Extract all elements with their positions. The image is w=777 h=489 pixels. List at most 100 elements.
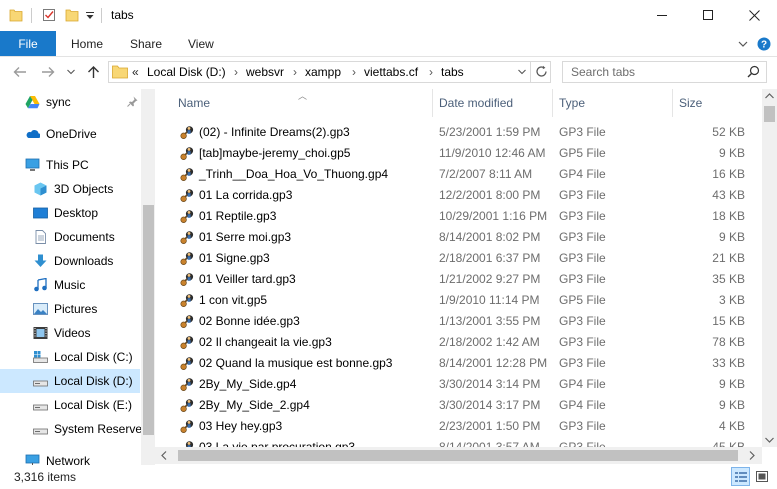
file-date-modified: 1/21/2002 9:27 PM: [439, 272, 541, 286]
file-date-modified: 2/18/2001 6:37 PM: [439, 251, 541, 265]
file-size: 35 KB: [712, 272, 745, 286]
file-row[interactable]: 01 Reptile.gp3 10/29/2001 1:16 PM GP3 File…: [176, 205, 751, 226]
file-size: 21 KB: [712, 251, 745, 265]
file-type: GP3 File: [559, 125, 606, 139]
guitar-pro-file-icon: [180, 168, 194, 181]
file-name: 03 Hey hey.gp3: [199, 419, 283, 433]
item-count: 3,316 items: [14, 470, 77, 484]
file-date-modified: 2/18/2002 1:42 AM: [439, 335, 540, 349]
file-date-modified: 8/14/2001 8:02 PM: [439, 230, 541, 244]
file-date-modified: 1/9/2010 11:14 PM: [439, 293, 540, 307]
file-name: 02 Quand la musique est bonne.gp3: [199, 356, 393, 370]
file-row[interactable]: 1 con vit.gp5 1/9/2010 11:14 PM GP5 File 3 …: [176, 289, 751, 310]
file-type: GP3 File: [559, 230, 606, 244]
file-size: 9 KB: [718, 146, 745, 160]
status-bar: [0, 465, 777, 489]
file-date-modified: 2/23/2001 1:50 PM: [439, 419, 541, 433]
file-size: 4 KB: [718, 419, 745, 433]
file-size: 45 KB: [712, 440, 745, 447]
file-date-modified: 7/2/2007 8:11 AM: [439, 167, 533, 181]
file-size: 43 KB: [712, 188, 745, 202]
file-type: GP5 File: [559, 293, 606, 307]
horizontal-scrollbar-thumb[interactable]: [178, 450, 738, 461]
file-size: 33 KB: [712, 356, 745, 370]
file-type: GP3 File: [559, 419, 606, 433]
file-type: GP3 File: [559, 272, 606, 286]
file-row[interactable]: (02) - Infinite Dreams(2).gp3 5/23/2001 1…: [176, 121, 751, 142]
file-row[interactable]: 02 Quand la musique est bonne.gp3 8/14/20…: [176, 352, 751, 373]
file-name: 01 Reptile.gp3: [199, 209, 277, 223]
file-size: 18 KB: [712, 209, 745, 223]
file-type: GP4 File: [559, 398, 606, 412]
file-size: 16 KB: [712, 167, 745, 181]
details-view-button[interactable]: [731, 467, 750, 486]
scroll-left-icon[interactable]: [161, 451, 167, 460]
file-row[interactable]: 2By_My_Side_2.gp4 3/30/2014 3:17 PM GP4 Fi…: [176, 394, 751, 415]
guitar-pro-file-icon: [180, 420, 194, 433]
details-view-icon: [735, 472, 747, 482]
file-row[interactable]: 02 Il changeait la vie.gp3 2/18/2002 1:42…: [176, 331, 751, 352]
file-size: 78 KB: [712, 335, 745, 349]
file-name: 03 La vie par procuration.gp3: [199, 440, 356, 447]
file-type: GP5 File: [559, 146, 606, 160]
guitar-pro-file-icon: [180, 147, 194, 160]
file-type: GP3 File: [559, 356, 606, 370]
file-date-modified: 10/29/2001 1:16 PM: [439, 209, 548, 223]
guitar-pro-file-icon: [180, 210, 194, 223]
file-type: GP4 File: [559, 377, 606, 391]
file-size: 9 KB: [718, 398, 745, 412]
scroll-right-icon[interactable]: [749, 451, 755, 460]
file-date-modified: 3/30/2014 3:14 PM: [439, 377, 541, 391]
large-icons-view-button[interactable]: [753, 467, 772, 486]
file-type: GP4 File: [559, 167, 606, 181]
guitar-pro-file-icon: [180, 378, 194, 391]
file-row[interactable]: [tab]maybe-jeremy_choi.gp5 11/9/2010 12:4…: [176, 142, 751, 163]
guitar-pro-file-icon: [180, 252, 194, 265]
file-size: 3 KB: [718, 293, 745, 307]
file-row[interactable]: 01 La corrida.gp3 12/2/2001 8:00 PM GP3 Fi…: [176, 184, 751, 205]
file-row[interactable]: _Trinh__Doa_Hoa_Vo_Thuong.gp4 7/2/2007 8:…: [176, 163, 751, 184]
guitar-pro-file-icon: [180, 357, 194, 370]
file-date-modified: 5/23/2001 1:59 PM: [439, 125, 541, 139]
file-list-scrollbar-thumb[interactable]: [764, 106, 775, 122]
file-name: 01 Veiller tard.gp3: [199, 272, 296, 286]
guitar-pro-file-icon: [180, 294, 194, 307]
file-row[interactable]: 2By_My_Side.gp4 3/30/2014 3:14 PM GP4 File…: [176, 373, 751, 394]
network-icon: [25, 454, 40, 465]
file-date-modified: 8/14/2001 3:57 AM: [439, 440, 540, 447]
file-row[interactable]: 03 Hey hey.gp3 2/23/2001 1:50 PM GP3 File 4…: [176, 415, 751, 436]
file-name: [tab]maybe-jeremy_choi.gp5: [199, 146, 351, 160]
file-type: GP3 File: [559, 251, 606, 265]
file-row[interactable]: 03 La vie par procuration.gp3 8/14/2001 3…: [176, 436, 751, 447]
file-name: 1 con vit.gp5: [199, 293, 268, 307]
file-name: 2By_My_Side_2.gp4: [199, 398, 310, 412]
guitar-pro-file-icon: [185, 441, 194, 447]
file-name: 01 Serre moi.gp3: [199, 230, 292, 244]
file-type: GP3 File: [559, 188, 606, 202]
file-date-modified: 1/13/2001 3:55 PM: [439, 314, 541, 328]
large-icons-view-icon: [756, 471, 768, 482]
file-size: 52 KB: [712, 125, 745, 139]
file-list-scrollbar[interactable]: [762, 89, 777, 447]
file-type: GP3 File: [559, 209, 606, 223]
file-name: (02) - Infinite Dreams(2).gp3: [199, 125, 350, 139]
file-name: 02 Bonne idée.gp3: [199, 314, 300, 328]
file-date-modified: 11/9/2010 12:46 AM: [439, 146, 546, 160]
file-row[interactable]: 02 Bonne idée.gp3 1/13/2001 3:55 PM GP3 Fi…: [176, 310, 751, 331]
file-type: GP3 File: [559, 335, 606, 349]
guitar-pro-file-icon: [180, 231, 194, 244]
file-row[interactable]: 01 Veiller tard.gp3 1/21/2002 9:27 PM GP3 …: [176, 268, 751, 289]
file-row[interactable]: 01 Signe.gp3 2/18/2001 6:37 PM GP3 File 21 …: [176, 247, 751, 268]
file-date-modified: 12/2/2001 8:00 PM: [439, 188, 541, 202]
file-row[interactable]: 01 Serre moi.gp3 8/14/2001 8:02 PM GP3 Fil…: [176, 226, 751, 247]
guitar-pro-file-icon: [180, 315, 194, 328]
file-date-modified: 3/30/2014 3:17 PM: [439, 398, 541, 412]
scroll-up-icon[interactable]: [765, 93, 774, 99]
file-size: 15 KB: [712, 314, 745, 328]
file-name: 01 La corrida.gp3: [199, 188, 293, 202]
sidebar-item-network[interactable]: Network: [0, 449, 140, 465]
scroll-down-icon[interactable]: [765, 437, 774, 443]
guitar-pro-file-icon: [180, 336, 194, 349]
guitar-pro-file-icon: [180, 273, 194, 286]
file-size: 9 KB: [718, 230, 745, 244]
